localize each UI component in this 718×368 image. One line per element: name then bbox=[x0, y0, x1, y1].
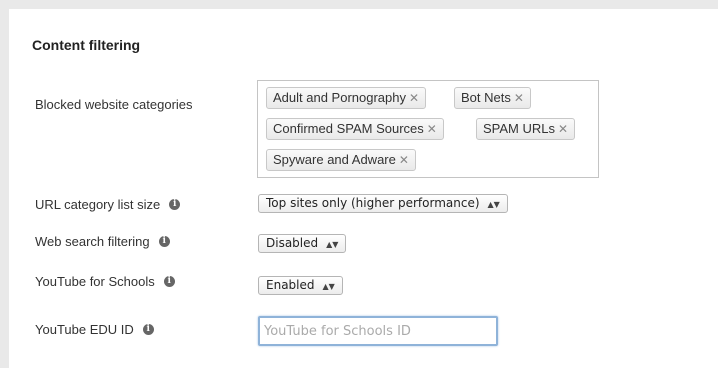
url-list-size-label-text: URL category list size bbox=[35, 197, 161, 212]
web-search-selected: Disabled bbox=[266, 236, 319, 250]
category-tag: Adult and Pornography ✕ bbox=[266, 87, 427, 109]
blocked-categories-label: Blocked website categories bbox=[35, 97, 193, 112]
youtube-edu-id-input[interactable] bbox=[258, 316, 498, 346]
web-search-select[interactable]: Disabled ▲▼ bbox=[258, 234, 347, 253]
close-icon[interactable]: ✕ bbox=[399, 153, 409, 167]
web-search-label: Web search filtering i bbox=[35, 234, 170, 249]
close-icon[interactable]: ✕ bbox=[514, 91, 524, 105]
blocked-categories-label-text: Blocked website categories bbox=[35, 97, 193, 112]
url-list-size-label: URL category list size i bbox=[35, 197, 181, 212]
category-tag-label: Spyware and Adware bbox=[273, 152, 396, 167]
web-search-label-text: Web search filtering bbox=[35, 234, 150, 249]
info-icon[interactable]: i bbox=[142, 324, 154, 335]
category-tag-label: SPAM URLs bbox=[483, 121, 555, 136]
close-icon[interactable]: ✕ bbox=[409, 91, 419, 105]
url-list-size-select[interactable]: Top sites only (higher performance) ▲▼ bbox=[258, 194, 508, 213]
youtube-schools-select[interactable]: Enabled ▲▼ bbox=[258, 276, 343, 295]
category-tag: Spyware and Adware ✕ bbox=[266, 149, 416, 171]
category-tag: Confirmed SPAM Sources ✕ bbox=[266, 118, 444, 140]
youtube-schools-selected: Enabled bbox=[266, 278, 315, 292]
up-down-arrows-icon: ▲▼ bbox=[322, 282, 335, 291]
up-down-arrows-icon: ▲▼ bbox=[487, 200, 500, 209]
youtube-schools-label: YouTube for Schools i bbox=[35, 274, 175, 289]
info-icon[interactable]: i bbox=[163, 276, 175, 287]
info-icon[interactable]: i bbox=[169, 199, 181, 210]
url-list-size-selected: Top sites only (higher performance) bbox=[266, 196, 480, 210]
blocked-categories-field[interactable]: Adult and Pornography ✕ Bot Nets ✕ Confirm… bbox=[257, 80, 599, 178]
category-tag-label: Adult and Pornography bbox=[273, 90, 406, 105]
category-tag-label: Confirmed SPAM Sources bbox=[273, 121, 424, 136]
section-title: Content filtering bbox=[32, 37, 141, 53]
close-icon[interactable]: ✕ bbox=[427, 122, 437, 136]
info-icon[interactable]: i bbox=[158, 236, 170, 247]
category-tag: SPAM URLs ✕ bbox=[476, 118, 576, 140]
youtube-edu-label: YouTube EDU ID i bbox=[35, 322, 154, 337]
youtube-schools-label-text: YouTube for Schools bbox=[35, 274, 155, 289]
close-icon[interactable]: ✕ bbox=[558, 122, 568, 136]
youtube-edu-label-text: YouTube EDU ID bbox=[35, 322, 134, 337]
content-filtering-panel: Content filtering Blocked website catego… bbox=[9, 9, 718, 368]
category-tag-label: Bot Nets bbox=[461, 90, 511, 105]
category-tag: Bot Nets ✕ bbox=[454, 87, 531, 109]
up-down-arrows-icon: ▲▼ bbox=[326, 240, 339, 249]
